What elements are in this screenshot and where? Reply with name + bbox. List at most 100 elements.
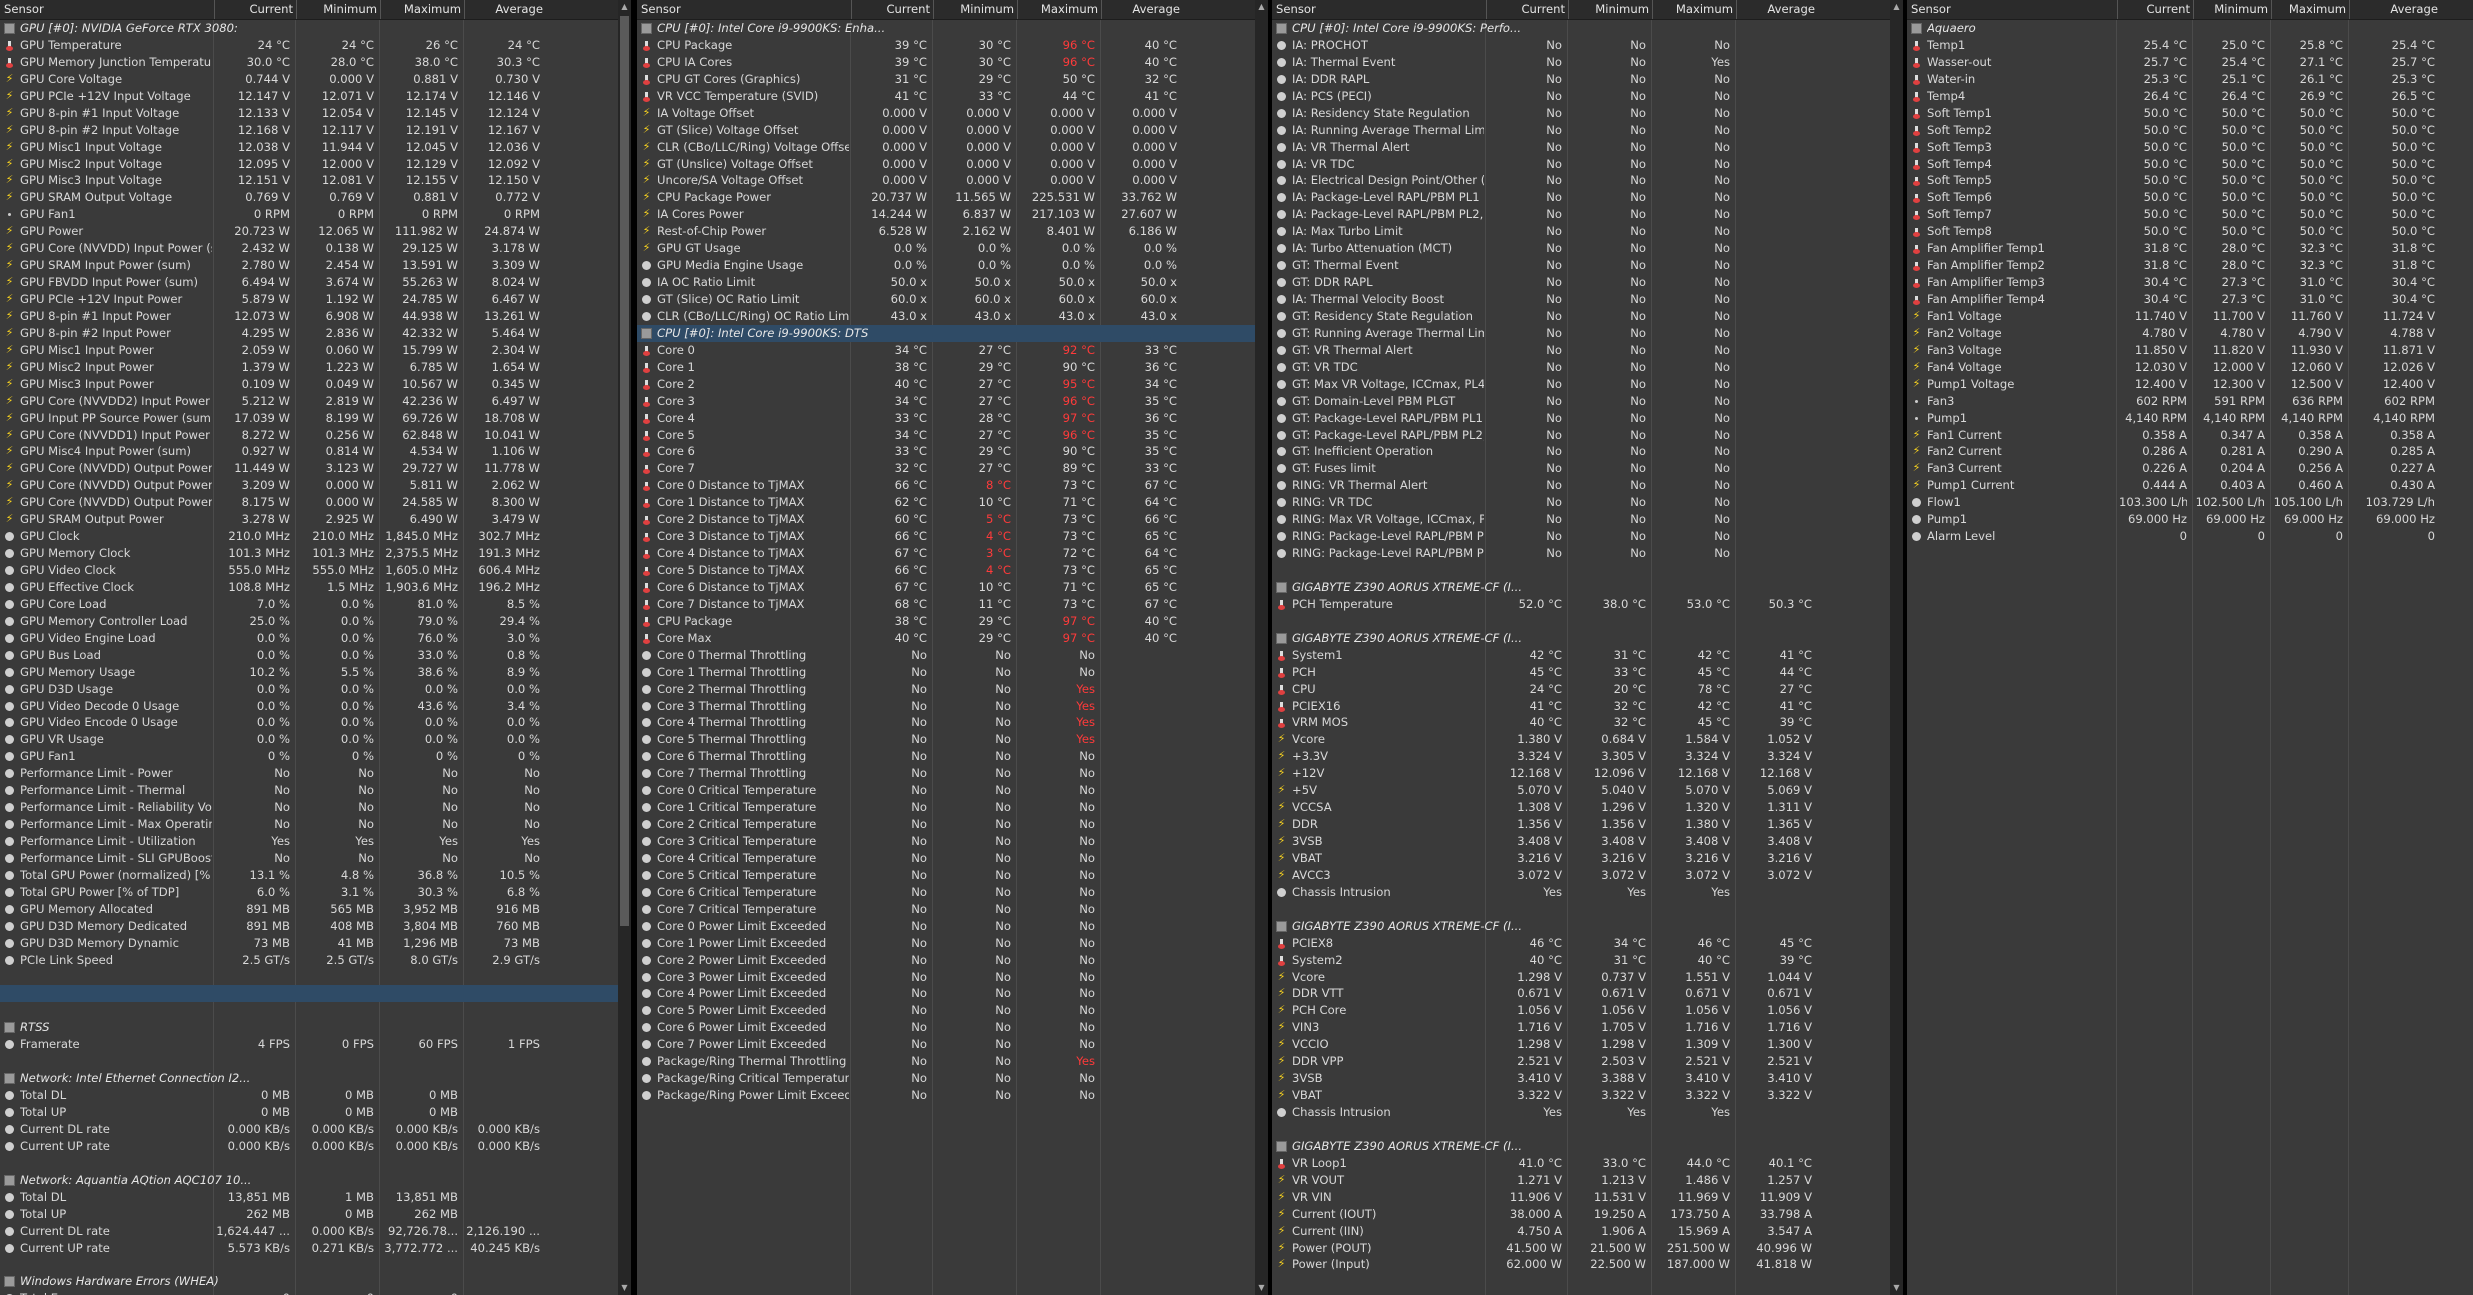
- sensor-row[interactable]: GT: Inefficient Operation No No No: [1272, 443, 1890, 460]
- sensor-row[interactable]: Core 0 34 °C 27 °C 92 °C 33 °C: [637, 342, 1255, 359]
- sensor-row[interactable]: GPU Memory Usage 10.2 % 5.5 % 38.6 % 8.9 %: [0, 664, 618, 681]
- scrollbar-panel-1[interactable]: ▲ ▼: [618, 0, 631, 1295]
- sensor-row[interactable]: ⚡ Vcore 1.298 V 0.737 V 1.551 V 1.044 V: [1272, 969, 1890, 986]
- sensor-row[interactable]: ⚡ VCCSA 1.308 V 1.296 V 1.320 V 1.311 V: [1272, 799, 1890, 816]
- sensor-row[interactable]: IA: Package-Level RAPL/PBM PL2,PL3 No No No: [1272, 206, 1890, 223]
- sensor-row[interactable]: ⚡ CLR (CBo/LLC/Ring) Voltage Offset 0.000 …: [637, 139, 1255, 156]
- sensor-row[interactable]: Core 5 34 °C 27 °C 96 °C 35 °C: [637, 427, 1255, 444]
- sensor-row[interactable]: ⚡ Fan3 Voltage 11.850 V 11.820 V 11.930 V 11.…: [1907, 342, 2473, 359]
- sensor-row[interactable]: ⚡ GPU GT Usage 0.0 % 0.0 % 0.0 % 0.0 %: [637, 240, 1255, 257]
- sensor-row[interactable]: ⚡ GPU 8-pin #1 Input Voltage 12.133 V 12.05…: [0, 105, 618, 122]
- sensor-row[interactable]: IA: Electrical Design Point/Other (ICC..…: [1272, 172, 1890, 189]
- sensor-row[interactable]: GPU D3D Usage 0.0 % 0.0 % 0.0 % 0.0 %: [0, 681, 618, 698]
- sensor-row[interactable]: CPU 24 °C 20 °C 78 °C 27 °C: [1272, 681, 1890, 698]
- sensor-row[interactable]: ⚡ VCCIO 1.298 V 1.298 V 1.309 V 1.300 V: [1272, 1036, 1890, 1053]
- sensor-row[interactable]: GPU D3D Memory Dynamic 73 MB 41 MB 1,296 MB…: [0, 935, 618, 952]
- column-header-average[interactable]: Average: [2349, 0, 2438, 19]
- sensor-row[interactable]: Fan3 602 RPM 591 RPM 636 RPM 602 RPM: [1907, 393, 2473, 410]
- sensor-row[interactable]: Performance Limit - Utilization Yes Yes Yes…: [0, 833, 618, 850]
- column-header-sensor[interactable]: Sensor: [1276, 0, 1484, 19]
- sensor-row[interactable]: ⚡ VR VIN 11.906 V 11.531 V 11.969 V 11.909 V: [1272, 1189, 1890, 1206]
- sensor-row[interactable]: ⚡ GPU FBVDD Input Power (sum) 6.494 W 3.674…: [0, 274, 618, 291]
- sensor-row[interactable]: Core 1 Critical Temperature No No No: [637, 799, 1255, 816]
- sensor-row[interactable]: ⚡ GPU Misc4 Input Power (sum) 0.927 W 0.814…: [0, 443, 618, 460]
- sensor-row[interactable]: VR Loop1 41.0 °C 33.0 °C 44.0 °C 40.1 °C: [1272, 1155, 1890, 1172]
- column-header-maximum[interactable]: Maximum: [1017, 0, 1098, 19]
- sensor-row[interactable]: GPU Memory Allocated 891 MB 565 MB 3,952 MB…: [0, 901, 618, 918]
- sensor-row[interactable]: ⚡ Fan2 Current 0.286 A 0.281 A 0.290 A 0.285 …: [1907, 443, 2473, 460]
- sensor-row[interactable]: GPU Memory Controller Load 25.0 % 0.0 % 79.…: [0, 613, 618, 630]
- sensor-row[interactable]: GPU Video Decode 0 Usage 0.0 % 0.0 % 43.6 %…: [0, 698, 618, 715]
- sensor-row[interactable]: ⚡ GPU PCIe +12V Input Power 5.879 W 1.192 W…: [0, 291, 618, 308]
- sensor-row[interactable]: Core 5 Distance to TjMAX 66 °C 4 °C 73 °C 65…: [637, 562, 1255, 579]
- sensor-row[interactable]: ⚡ +3.3V 3.324 V 3.305 V 3.324 V 3.324 V: [1272, 748, 1890, 765]
- sensor-row[interactable]: GPU Core Load 7.0 % 0.0 % 81.0 % 8.5 %: [0, 596, 618, 613]
- sensor-row[interactable]: CPU Package 38 °C 29 °C 97 °C 40 °C: [637, 613, 1255, 630]
- scroll-thumb[interactable]: [620, 16, 629, 926]
- sensor-row[interactable]: GT: Package-Level RAPL/PBM PL1 No No No: [1272, 410, 1890, 427]
- sensor-row[interactable]: IA: Residency State Regulation No No No: [1272, 105, 1890, 122]
- sensor-row[interactable]: ⚡ Pump1 Voltage 12.400 V 12.300 V 12.500 V 12…: [1907, 376, 2473, 393]
- sensor-row[interactable]: Total GPU Power [% of TDP] 6.0 % 3.1 % 30.3…: [0, 884, 618, 901]
- sensor-row[interactable]: ⚡ GPU SRAM Output Voltage 0.769 V 0.769 V 0.…: [0, 189, 618, 206]
- sensor-row[interactable]: ⚡ GPU Misc3 Input Power 0.109 W 0.049 W 10.5…: [0, 376, 618, 393]
- sensor-row[interactable]: ⚡ 3VSB 3.408 V 3.408 V 3.408 V 3.408 V: [1272, 833, 1890, 850]
- sensor-row[interactable]: IA: Max Turbo Limit No No No: [1272, 223, 1890, 240]
- sensor-row[interactable]: ⚡ VR VOUT 1.271 V 1.213 V 1.486 V 1.257 V: [1272, 1172, 1890, 1189]
- column-header-maximum[interactable]: Maximum: [380, 0, 461, 19]
- sensor-row[interactable]: ⚡ CPU Package Power 20.737 W 11.565 W 225.53…: [637, 189, 1255, 206]
- sensor-row[interactable]: Alarm Level 0 0 0 0: [1907, 528, 2473, 545]
- sensor-row[interactable]: Core 7 Power Limit Exceeded No No No: [637, 1036, 1255, 1053]
- column-header-average[interactable]: Average: [464, 0, 543, 19]
- scrollbar-panel-2[interactable]: ▲ ▼: [1255, 0, 1268, 1295]
- sensor-row[interactable]: Core 6 Critical Temperature No No No: [637, 884, 1255, 901]
- sensor-row[interactable]: ⚡ Fan3 Current 0.226 A 0.204 A 0.256 A 0.227 …: [1907, 460, 2473, 477]
- sensor-row[interactable]: ⚡GPU Core (NVVDD1) Input Power (sum)8.27…: [0, 427, 618, 444]
- sensor-row[interactable]: Total Errors000: [0, 1290, 618, 1295]
- sensor-row[interactable]: ⚡ GPU Misc2 Input Power 1.379 W 1.223 W 6.78…: [0, 359, 618, 376]
- sensor-row[interactable]: Package/Ring Critical Temperature No No No: [637, 1070, 1255, 1087]
- sensor-row[interactable]: IA: PROCHOT No No No: [1272, 37, 1890, 54]
- sensor-row[interactable]: Core 4 Thermal Throttling No No Yes: [637, 714, 1255, 731]
- sensor-row[interactable]: Core 1 38 °C 29 °C 90 °C 36 °C: [637, 359, 1255, 376]
- sensor-row[interactable]: ⚡ Fan1 Current 0.358 A 0.347 A 0.358 A 0.358 …: [1907, 427, 2473, 444]
- sensor-row[interactable]: ⚡ Rest-of-Chip Power 6.528 W 2.162 W 8.401 W…: [637, 223, 1255, 240]
- sensor-row[interactable]: Fan Amplifier Temp2 31.8 °C 28.0 °C 32.3 °C…: [1907, 257, 2473, 274]
- sensor-row[interactable]: IA: PCS (PECI) No No No: [1272, 88, 1890, 105]
- sensor-row[interactable]: IA: Thermal Event No No Yes: [1272, 54, 1890, 71]
- column-header-current[interactable]: Current: [214, 0, 293, 19]
- sensor-row[interactable]: Current UP rate 0.000 KB/s 0.000 KB/s 0.000…: [0, 1138, 618, 1155]
- sensor-row[interactable]: GT: Running Average Thermal Limit No No No: [1272, 325, 1890, 342]
- sensor-row[interactable]: GPU Memory Clock 101.3 MHz 101.3 MHz 2,375.…: [0, 545, 618, 562]
- sensor-row[interactable]: ⚡ GPU Misc1 Input Power 2.059 W 0.060 W 15.7…: [0, 342, 618, 359]
- sensor-group-header[interactable]: CPU [#0]: Intel Core i9-9900KS: DTS: [637, 324, 1255, 342]
- sensor-row[interactable]: ⚡ GPU Input PP Source Power (sum) 17.039 W…: [0, 410, 618, 427]
- sensor-row[interactable]: ⚡ GPU Power 20.723 W 12.065 W 111.982 W 24.87…: [0, 223, 618, 240]
- sensor-row[interactable]: Total DL 0 MB 0 MB 0 MB: [0, 1087, 618, 1104]
- sensor-row[interactable]: Core 2 Thermal Throttling No No Yes: [637, 681, 1255, 698]
- sensor-row[interactable]: ⚡ DDR 1.356 V 1.356 V 1.380 V 1.365 V: [1272, 816, 1890, 833]
- sensor-row[interactable]: Core 2 Distance to TjMAX 60 °C 5 °C 73 °C 66…: [637, 511, 1255, 528]
- sensor-row[interactable]: ⚡ DDR VTT 0.671 V 0.671 V 0.671 V 0.671 V: [1272, 985, 1890, 1002]
- sensor-row[interactable]: Core 7 Critical Temperature No No No: [637, 901, 1255, 918]
- sensor-row[interactable]: GPU Bus Load 0.0 % 0.0 % 33.0 % 0.8 %: [0, 647, 618, 664]
- column-header-current[interactable]: Current: [1486, 0, 1565, 19]
- sensor-row[interactable]: GPU Fan1 0 RPM 0 RPM 0 RPM 0 RPM: [0, 206, 618, 223]
- sensor-row[interactable]: CLR (CBo/LLC/Ring) OC Ratio Limit 43.0 x4…: [637, 308, 1255, 325]
- sensor-row[interactable]: ⚡ GPU SRAM Output Power 3.278 W 2.925 W 6.49…: [0, 511, 618, 528]
- sensor-row[interactable]: Core 1 Power Limit Exceeded No No No: [637, 935, 1255, 952]
- sensor-row[interactable]: Core 6 Distance to TjMAX 67 °C 10 °C 71 °C 6…: [637, 579, 1255, 596]
- scroll-up-arrow[interactable]: ▲: [618, 0, 631, 14]
- column-header-minimum[interactable]: Minimum: [933, 0, 1014, 19]
- sensor-row[interactable]: IA: Turbo Attenuation (MCT) No No No: [1272, 240, 1890, 257]
- sensor-row[interactable]: GT: Domain-Level PBM PLGT No No No: [1272, 393, 1890, 410]
- sensor-row[interactable]: GPU Temperature 24 °C 24 °C 26 °C 24 °C: [0, 37, 618, 54]
- sensor-row[interactable]: ⚡GPU Core (NVVDD) Input Power (sum)2.432…: [0, 240, 618, 257]
- sensor-row[interactable]: ⚡GPU Core (NVVDD) Output Power (sum)11.4…: [0, 460, 618, 477]
- sensor-row[interactable]: ⚡ 3VSB 3.410 V 3.388 V 3.410 V 3.410 V: [1272, 1070, 1890, 1087]
- sensor-row[interactable]: Chassis Intrusion Yes Yes Yes: [1272, 884, 1890, 901]
- sensor-row[interactable]: Soft Temp2 50.0 °C 50.0 °C 50.0 °C 50.0 °C: [1907, 122, 2473, 139]
- sensor-row[interactable]: Temp1 25.4 °C 25.0 °C 25.8 °C 25.4 °C: [1907, 37, 2473, 54]
- sensor-row[interactable]: RING: Max VR Voltage, ICCmax, PL4 No No No: [1272, 511, 1890, 528]
- sensor-row[interactable]: Core 6 33 °C 29 °C 90 °C 35 °C: [637, 443, 1255, 460]
